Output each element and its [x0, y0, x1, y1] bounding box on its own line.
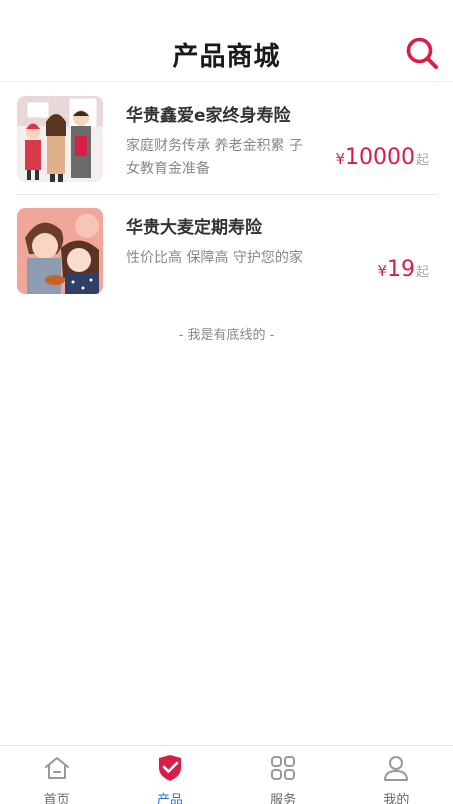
currency-symbol: ¥	[335, 150, 345, 168]
price-suffix: 起	[415, 153, 429, 168]
end-of-list-note: - 我是有底线的 -	[178, 328, 275, 343]
home-icon	[44, 757, 69, 779]
product-thumbnail	[17, 96, 103, 182]
search-button[interactable]	[405, 36, 439, 70]
tab-home[interactable]: 首页	[0, 746, 113, 804]
product-item[interactable]: 华贵大麦定期寿险 性价比高 保障高 守护您的家 ¥19起	[16, 194, 437, 305]
user-icon	[384, 756, 409, 781]
tab-label: 首页	[43, 793, 70, 804]
tab-label: 我的	[383, 793, 410, 804]
tab-label: 服务	[270, 793, 297, 804]
bottom-tab-bar: 首页 产品 服务 我的	[0, 745, 453, 804]
page-title: 产品商城	[172, 42, 281, 72]
tab-mine[interactable]: 我的	[340, 746, 453, 804]
search-icon	[406, 37, 438, 69]
tab-services[interactable]: 服务	[227, 746, 340, 804]
product-name: 华贵大麦定期寿险	[126, 218, 262, 238]
product-price: ¥10000起	[335, 145, 429, 170]
product-description: 性价比高 保障高 守护您的家	[126, 250, 303, 266]
product-price: ¥19起	[377, 257, 429, 282]
shield-check-icon	[158, 755, 181, 781]
price-amount: 10000	[344, 145, 415, 170]
currency-symbol: ¥	[377, 262, 387, 280]
price-suffix: 起	[415, 265, 429, 280]
tab-products[interactable]: 产品	[113, 746, 226, 804]
tab-label: 产品	[156, 793, 183, 804]
product-thumbnail	[17, 208, 103, 294]
price-amount: 19	[386, 257, 415, 282]
header: 产品商城	[0, 0, 453, 82]
product-name: 华贵鑫爱e家终身寿险	[126, 106, 291, 126]
product-description: 家庭财务传承 养老金积累 子女教育金准备	[126, 138, 303, 177]
grid-icon	[271, 756, 296, 780]
product-list: 华贵鑫爱e家终身寿险 家庭财务传承 养老金积累 子女教育金准备 ¥10000起	[0, 83, 453, 305]
product-item[interactable]: 华贵鑫爱e家终身寿险 家庭财务传承 养老金积累 子女教育金准备 ¥10000起	[16, 83, 437, 194]
